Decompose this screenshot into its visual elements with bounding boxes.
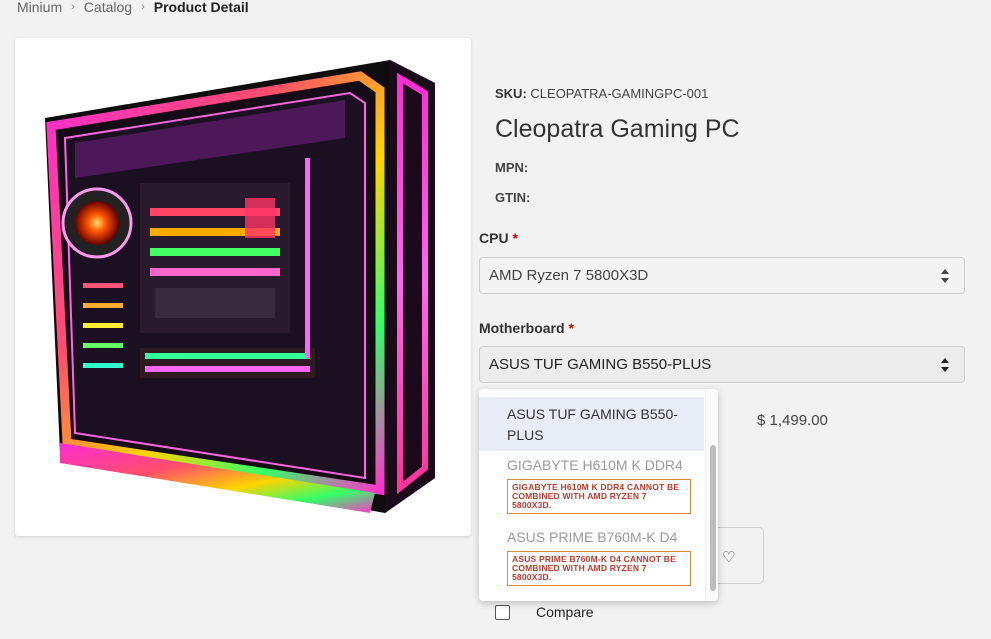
compare-checkbox[interactable]: Compare: [495, 604, 594, 620]
mpn-label: MPN:: [495, 160, 529, 175]
dropdown-option-selected[interactable]: ASUS TUF GAMING B550-PLUS: [479, 397, 704, 451]
product-image[interactable]: [15, 38, 471, 536]
sort-arrows-icon: [941, 269, 949, 283]
sku-value: CLEOPATRA-GAMINGPC-001: [530, 86, 709, 101]
breadcrumb: Minium › Catalog › Product Detail: [17, 0, 249, 15]
breadcrumb-current: Product Detail: [153, 0, 249, 15]
cpu-label-text: CPU: [479, 230, 509, 246]
product-sku: SKU: CLEOPATRA-GAMINGPC-001: [495, 86, 708, 101]
option-label: ASUS PRIME B760M-K D4: [507, 529, 678, 545]
dropdown-scrollbar[interactable]: [710, 445, 716, 591]
breadcrumb-item-catalog[interactable]: Catalog: [84, 0, 132, 15]
breadcrumb-item-minium[interactable]: Minium: [17, 0, 62, 15]
motherboard-select-value: ASUS TUF GAMING B550-PLUS: [489, 356, 712, 373]
dropdown-option-disabled: GIGABYTE H610M K DDR4 GIGABYTE H610M K D…: [479, 457, 704, 514]
motherboard-select[interactable]: ASUS TUF GAMING B550-PLUS: [479, 346, 965, 383]
sort-arrows-icon: [941, 358, 949, 372]
sku-label: SKU:: [495, 86, 527, 101]
cpu-label: CPU *: [479, 230, 518, 246]
chevron-right-icon: ›: [71, 1, 75, 13]
heart-icon: ♡: [722, 549, 736, 566]
incompatibility-error: ASUS PRIME B760M-K D4 CANNOT BE COMBINED…: [507, 551, 691, 586]
compare-label: Compare: [536, 604, 594, 620]
product-price: $ 1,499.00: [757, 412, 828, 429]
cpu-select-value: AMD Ryzen 7 5800X3D: [489, 267, 649, 284]
option-label: GIGABYTE H610M K DDR4: [507, 457, 683, 473]
gaming-pc-image: [45, 60, 435, 513]
required-marker: *: [512, 230, 518, 246]
motherboard-label: Motherboard *: [479, 320, 574, 336]
option-label: ASUS TUF GAMING B550-PLUS: [507, 406, 678, 443]
motherboard-label-text: Motherboard: [479, 320, 565, 336]
checkbox-icon[interactable]: [495, 604, 510, 620]
incompatibility-error: GIGABYTE H610M K DDR4 CANNOT BE COMBINED…: [507, 479, 691, 514]
motherboard-dropdown: ASUS TUF GAMING B550-PLUS GIGABYTE H610M…: [479, 389, 718, 601]
gtin-label: GTIN:: [495, 190, 531, 205]
required-marker: *: [568, 320, 574, 336]
dropdown-option-disabled: ASUS PRIME B760M-K D4 ASUS PRIME B760M-K…: [479, 529, 704, 586]
chevron-right-icon: ›: [141, 1, 145, 13]
product-title: Cleopatra Gaming PC: [495, 115, 740, 143]
cpu-select[interactable]: AMD Ryzen 7 5800X3D: [479, 257, 965, 294]
